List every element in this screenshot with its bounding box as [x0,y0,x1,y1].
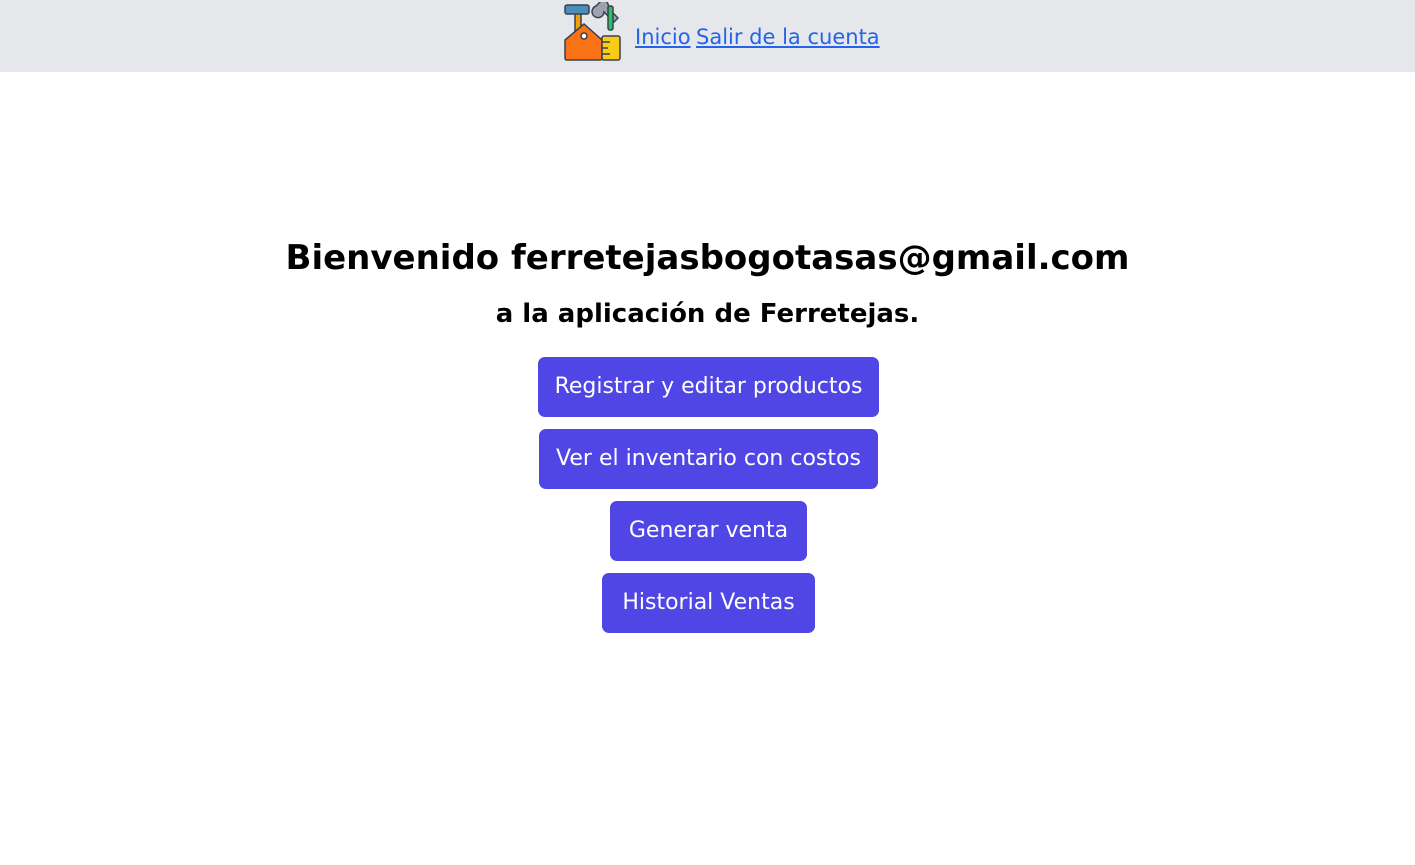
nav-link-inicio[interactable]: Inicio [635,23,691,51]
sales-history-button[interactable]: Historial Ventas [602,573,815,633]
welcome-title: Bienvenido ferretejasbogotasas@gmail.com [285,238,1130,278]
toolbox-logo-icon[interactable] [562,2,624,62]
generate-sale-button[interactable]: Generar venta [610,501,807,561]
nav-link-logout[interactable]: Salir de la cuenta [696,23,880,51]
register-edit-products-button[interactable]: Registrar y editar productos [538,357,879,417]
welcome-subtitle: a la aplicación de Ferretejas. [495,299,920,329]
top-navbar: Inicio Salir de la cuenta [0,0,1415,72]
view-inventory-costs-button[interactable]: Ver el inventario con costos [539,429,878,489]
